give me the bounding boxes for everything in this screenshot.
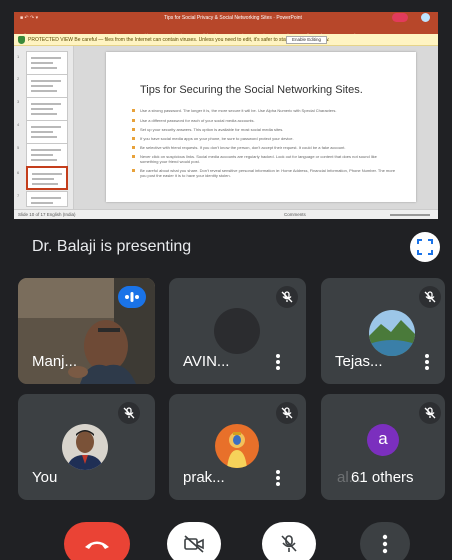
ribbon-tabs: File Home Insert Draw Design Transitions… bbox=[14, 24, 438, 38]
speaking-indicator bbox=[118, 286, 146, 308]
slide-thumbnail bbox=[26, 51, 68, 75]
slide-counter: Slide 10 of 17 English (India) bbox=[18, 212, 76, 217]
enable-editing-button: Enable Editing bbox=[286, 36, 328, 44]
participant-name: You bbox=[32, 469, 58, 486]
mic-off-icon bbox=[123, 407, 135, 419]
participant-name: prak... bbox=[183, 469, 225, 486]
fullscreen-button[interactable] bbox=[410, 232, 440, 262]
more-options-button[interactable] bbox=[360, 522, 410, 560]
participant-name: AVIN... bbox=[183, 353, 230, 370]
slide-bullet: Never click on suspicious links. Social … bbox=[132, 154, 396, 164]
more-options-icon[interactable] bbox=[276, 354, 280, 370]
slide-thumbnail bbox=[26, 74, 68, 98]
more-vert-icon bbox=[382, 534, 388, 554]
muted-indicator bbox=[118, 402, 140, 424]
presenter-bar: Dr. Balaji is presenting bbox=[0, 221, 452, 267]
thumbnail-number: 6 bbox=[17, 170, 20, 175]
thumbnail-number: 1 bbox=[17, 54, 20, 59]
deity-avatar-image bbox=[215, 424, 259, 468]
slide-bullet: Set up your security answers. This optio… bbox=[132, 127, 396, 132]
participant-tile[interactable]: Tejas... bbox=[321, 278, 445, 384]
quick-access-toolbar: ■ ↶ ↷ ▾ bbox=[20, 15, 39, 21]
others-avatar: a bbox=[367, 424, 399, 456]
participant-name: Manj... bbox=[32, 353, 78, 370]
zoom-slider bbox=[390, 214, 430, 216]
slide-editor: Tips for Securing the Social Networking … bbox=[74, 46, 438, 209]
protected-view-bar: PROTECTED VIEW Be careful — files from t… bbox=[14, 34, 438, 46]
mic-toggle-button[interactable] bbox=[262, 522, 316, 560]
more-options-icon[interactable] bbox=[425, 354, 429, 370]
window-title: Tips for Social Privacy & Social Network… bbox=[164, 15, 302, 21]
slide-thumbnail-selected bbox=[26, 166, 68, 190]
audio-wave-icon bbox=[125, 292, 139, 302]
muted-indicator bbox=[419, 402, 441, 424]
thumbnail-number: 3 bbox=[17, 99, 20, 104]
powerpoint-status-bar: Slide 10 of 17 English (India) Comments bbox=[14, 209, 438, 219]
slide-bullet: Be selective with friend requests. If yo… bbox=[132, 145, 396, 150]
more-options-icon[interactable] bbox=[276, 470, 280, 486]
slide-bullet: If you have social media apps on your ph… bbox=[132, 136, 396, 141]
participant-tile[interactable]: Manj... bbox=[18, 278, 155, 384]
participant-name: Tejas... bbox=[335, 353, 383, 370]
slide-thumbnail bbox=[26, 143, 68, 167]
presenter-label: Dr. Balaji is presenting bbox=[32, 238, 192, 255]
account-badge bbox=[392, 13, 408, 22]
current-slide: Tips for Securing the Social Networking … bbox=[106, 52, 416, 202]
mic-off-icon bbox=[424, 291, 436, 303]
slide-bullet: Use a different password for each of you… bbox=[132, 118, 396, 123]
slide-bullet: Use a strong password. The longer it is,… bbox=[132, 108, 396, 113]
powerpoint-title-bar: ■ ↶ ↷ ▾ Tips for Social Privacy & Social… bbox=[14, 12, 438, 24]
avatar bbox=[215, 424, 259, 468]
others-tile[interactable]: a al... 61 others bbox=[321, 394, 445, 500]
muted-indicator bbox=[419, 286, 441, 308]
participant-tile[interactable]: AVIN... bbox=[169, 278, 306, 384]
meet-call-screen: ■ ↶ ↷ ▾ Tips for Social Privacy & Social… bbox=[0, 0, 452, 560]
slide-thumbnails: 1 2 3 4 5 6 7 bbox=[14, 46, 74, 209]
landscape-avatar-image bbox=[369, 310, 415, 356]
participant-tile[interactable]: prak... bbox=[169, 394, 306, 500]
participant-tile-self[interactable]: You bbox=[18, 394, 155, 500]
mic-off-icon bbox=[281, 535, 297, 552]
comments-label: Comments bbox=[284, 212, 306, 217]
camera-toggle-button[interactable] bbox=[167, 522, 221, 560]
slide-bullet: Be careful about what you share. Don't r… bbox=[132, 168, 396, 178]
avatar bbox=[62, 424, 108, 470]
thumbnail-number: 7 bbox=[17, 193, 20, 198]
slide-thumbnail bbox=[26, 97, 68, 121]
muted-indicator bbox=[276, 402, 298, 424]
muted-indicator bbox=[276, 286, 298, 308]
mic-off-icon bbox=[281, 407, 293, 419]
slide-thumbnail bbox=[26, 120, 68, 144]
end-call-button[interactable] bbox=[64, 522, 130, 560]
avatar bbox=[369, 310, 415, 356]
protected-view-message: PROTECTED VIEW Be careful — files from t… bbox=[28, 37, 330, 43]
camera-off-icon bbox=[184, 535, 204, 553]
thumbnail-number: 2 bbox=[17, 76, 20, 81]
avatar bbox=[214, 308, 260, 354]
thumbnail-number: 5 bbox=[17, 145, 20, 150]
shared-screen: ■ ↶ ↷ ▾ Tips for Social Privacy & Social… bbox=[14, 12, 438, 219]
profile-icon bbox=[421, 13, 430, 22]
slide-thumbnail bbox=[26, 191, 68, 207]
self-avatar-image bbox=[62, 424, 108, 470]
mic-off-icon bbox=[424, 407, 436, 419]
slide-title: Tips for Securing the Social Networking … bbox=[140, 84, 363, 96]
hang-up-icon bbox=[85, 541, 109, 549]
thumbnail-number: 4 bbox=[17, 122, 20, 127]
fullscreen-icon bbox=[417, 239, 433, 255]
mic-off-icon bbox=[281, 291, 293, 303]
others-count: 61 others bbox=[351, 469, 414, 486]
shield-icon bbox=[18, 36, 25, 44]
